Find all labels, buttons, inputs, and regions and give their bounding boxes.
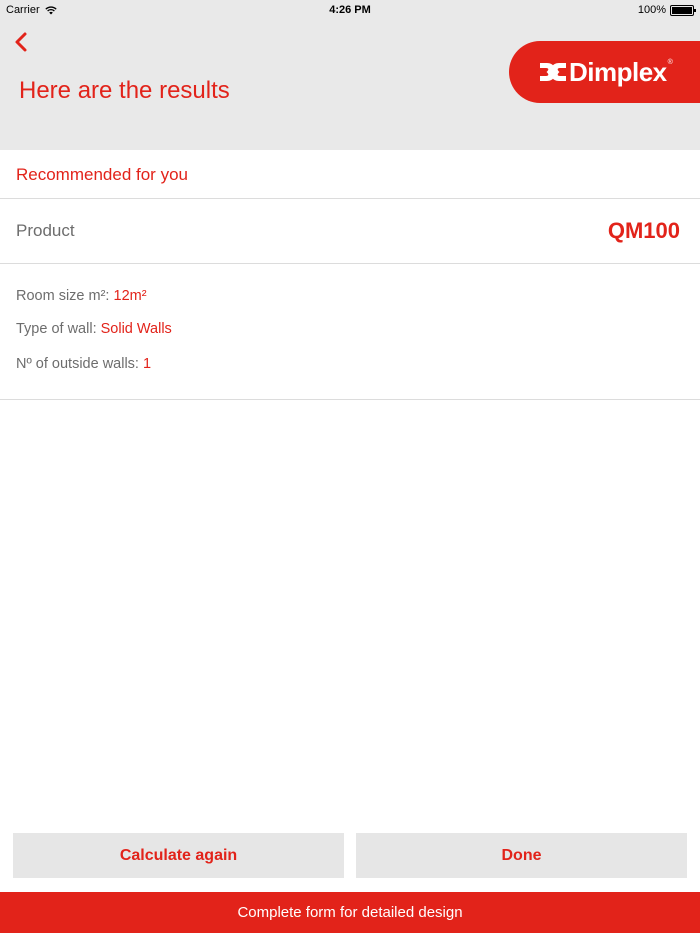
room-size-label: Room size m²: (16, 288, 110, 304)
outside-walls-line: Nº of outside walls: 1 (16, 356, 151, 372)
outside-walls-label: Nº of outside walls: (16, 356, 139, 372)
product-value: QM100 (607, 218, 680, 243)
outside-walls-value: 1 (143, 356, 152, 372)
back-button[interactable] (10, 30, 34, 54)
logo-text: Dimplex (569, 56, 667, 87)
product-row: Product QM100 (0, 199, 700, 264)
wall-type-label: Type of wall: (16, 321, 97, 337)
room-size-line: Room size m²: 12m² (16, 288, 147, 304)
product-label: Product (16, 221, 75, 240)
status-right: 100% (637, 4, 696, 16)
logo-registered-mark: ® (667, 59, 673, 66)
header: Here are the results Dimplex ® (0, 20, 700, 150)
wall-type-line: Type of wall: Solid Walls (16, 321, 172, 337)
input-summary: Room size m²: 12m² Type of wall: Solid W… (0, 264, 700, 400)
status-time: 4:26 PM (329, 4, 371, 16)
page-title: Here are the results (19, 77, 230, 104)
recommended-section-header: Recommended for you (0, 150, 700, 199)
room-size-value: 12m² (113, 288, 147, 304)
calculate-again-button[interactable]: Calculate again (13, 833, 344, 878)
dimplex-logo: Dimplex ® (509, 41, 700, 103)
recommended-title: Recommended for you (16, 165, 188, 184)
battery-icon (670, 4, 696, 16)
done-button[interactable]: Done (356, 833, 687, 878)
battery-percent: 100% (637, 4, 666, 16)
dimplex-logo-mark-icon (540, 63, 566, 81)
complete-form-button[interactable]: Complete form for detailed design (0, 892, 700, 933)
status-bar: Carrier 4:26 PM 100% (0, 0, 700, 20)
chevron-left-icon (15, 32, 27, 52)
wall-type-value: Solid Walls (100, 321, 172, 337)
